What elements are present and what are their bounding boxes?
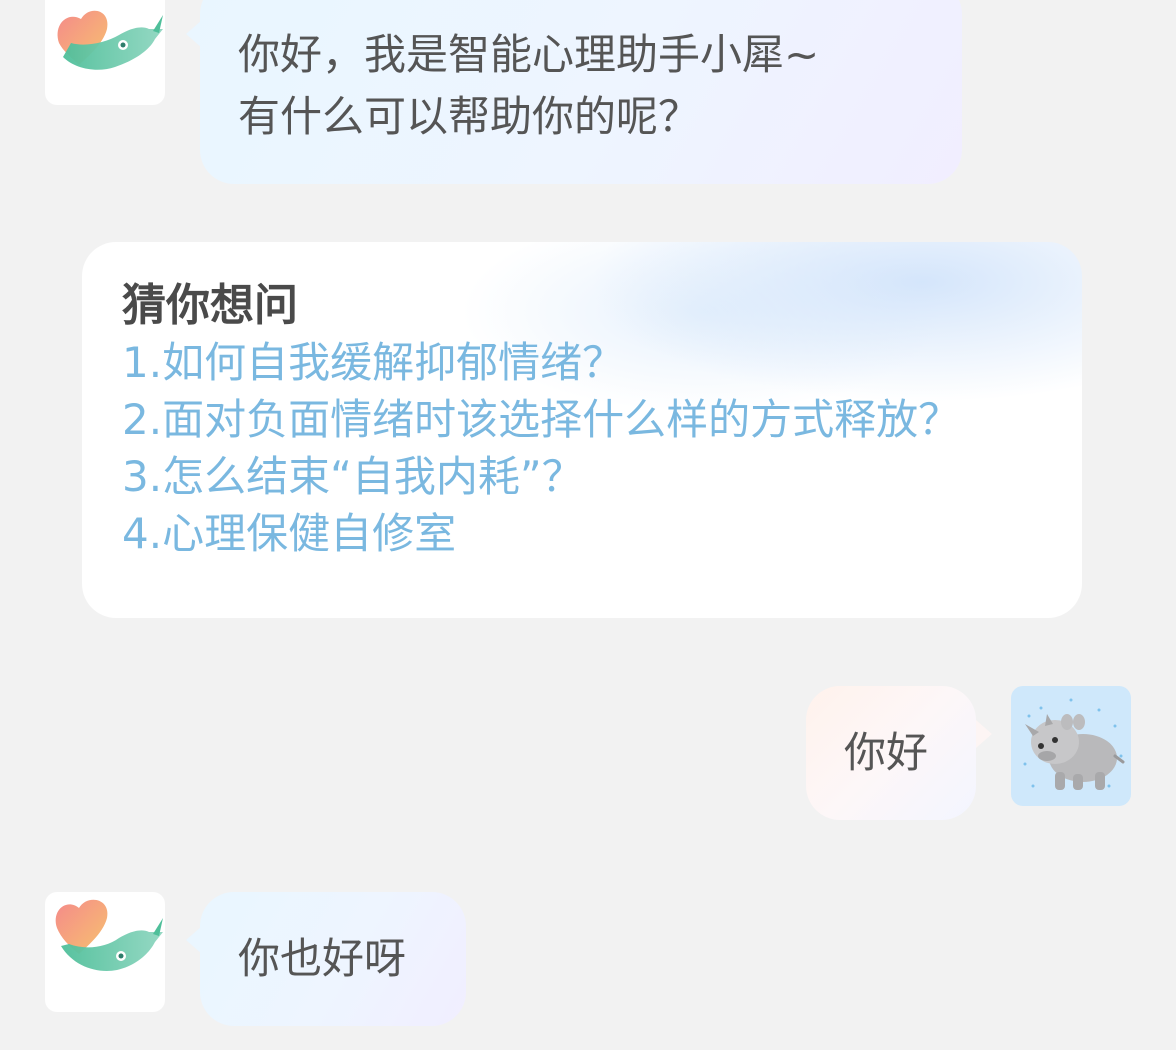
suggestion-title: 猜你想问 [122, 280, 298, 331]
bubble-tail [976, 720, 992, 748]
suggestion-item[interactable]: 4.心理保健自修室 [122, 505, 1042, 562]
suggestion-card: 猜你想问 1.如何自我缓解抑郁情绪？ 2.面对负面情绪时该选择什么样的方式释放？… [82, 242, 1082, 618]
assistant-message-bubble: 你好，我是智能心理助手小犀~ 有什么可以帮助你的呢？ [200, 0, 962, 184]
suggestion-item[interactable]: 2.面对负面情绪时该选择什么样的方式释放？ [122, 391, 1042, 448]
message-text-line: 有什么可以帮助你的呢？ [238, 92, 701, 141]
suggestion-item[interactable]: 3.怎么结束“自我内耗”？ [122, 448, 1042, 505]
suggestion-list: 1.如何自我缓解抑郁情绪？ 2.面对负面情绪时该选择什么样的方式释放？ 3.怎么… [122, 334, 1042, 562]
message-text: 你也好呀 [238, 934, 407, 983]
heart-rhino-logo-icon [55, 899, 163, 971]
rhino-sticker-icon [1023, 698, 1125, 790]
heart-rhino-logo-icon [57, 10, 163, 70]
assistant-message-bubble: 你也好呀 [200, 892, 466, 1026]
user-message-bubble: 你好 [806, 686, 976, 820]
assistant-avatar-icon[interactable] [45, 0, 165, 105]
chat-screen: 你好，我是智能心理助手小犀~ 有什么可以帮助你的呢？ 猜你想问 1.如何自我缓解… [0, 0, 1176, 1050]
assistant-avatar-icon[interactable] [45, 892, 165, 1012]
message-text-line: 你好，我是智能心理助手小犀~ [238, 30, 820, 79]
suggestion-item[interactable]: 1.如何自我缓解抑郁情绪？ [122, 334, 1042, 391]
message-text: 你好 [844, 728, 929, 777]
user-avatar-icon[interactable] [1011, 686, 1131, 806]
